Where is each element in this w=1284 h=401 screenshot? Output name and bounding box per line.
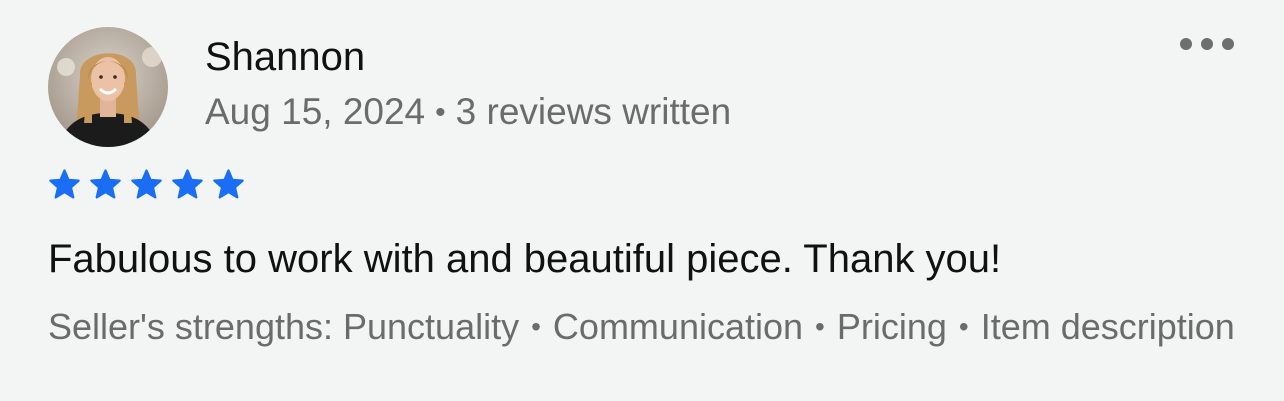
strength-item: Punctuality (343, 306, 520, 347)
reviewer-name[interactable]: Shannon (205, 33, 365, 81)
strength-separator: • (958, 311, 969, 342)
strength-item: Communication (552, 306, 804, 347)
review-text: Fabulous to work with and beautiful piec… (48, 237, 1002, 281)
avatar-photo-icon (48, 27, 168, 147)
strength-item: Pricing (836, 306, 947, 347)
star-icon (213, 169, 244, 199)
more-options-icon[interactable] (1176, 34, 1238, 54)
strengths-prefix: Seller's strengths: (48, 306, 343, 347)
star-icon (131, 169, 162, 199)
review-date: Aug 15, 2024 (205, 91, 426, 132)
star-icon (49, 169, 80, 199)
seller-strengths: Seller's strengths: Punctuality • Communic… (48, 303, 1248, 354)
star-icon (90, 169, 121, 199)
star-icon (172, 169, 203, 199)
reviewer-avatar[interactable] (48, 27, 168, 147)
review-meta: Aug 15, 2024 • 3 reviews written (205, 90, 731, 137)
strength-item: Item description (980, 306, 1235, 347)
review-card: Shannon Aug 15, 2024 • 3 reviews written F… (0, 0, 1284, 401)
meta-separator: • (435, 96, 446, 129)
star-rating (48, 168, 245, 201)
reviews-written-count[interactable]: 3 reviews written (456, 91, 732, 132)
strength-separator: • (531, 311, 541, 342)
strength-separator: • (815, 311, 825, 342)
